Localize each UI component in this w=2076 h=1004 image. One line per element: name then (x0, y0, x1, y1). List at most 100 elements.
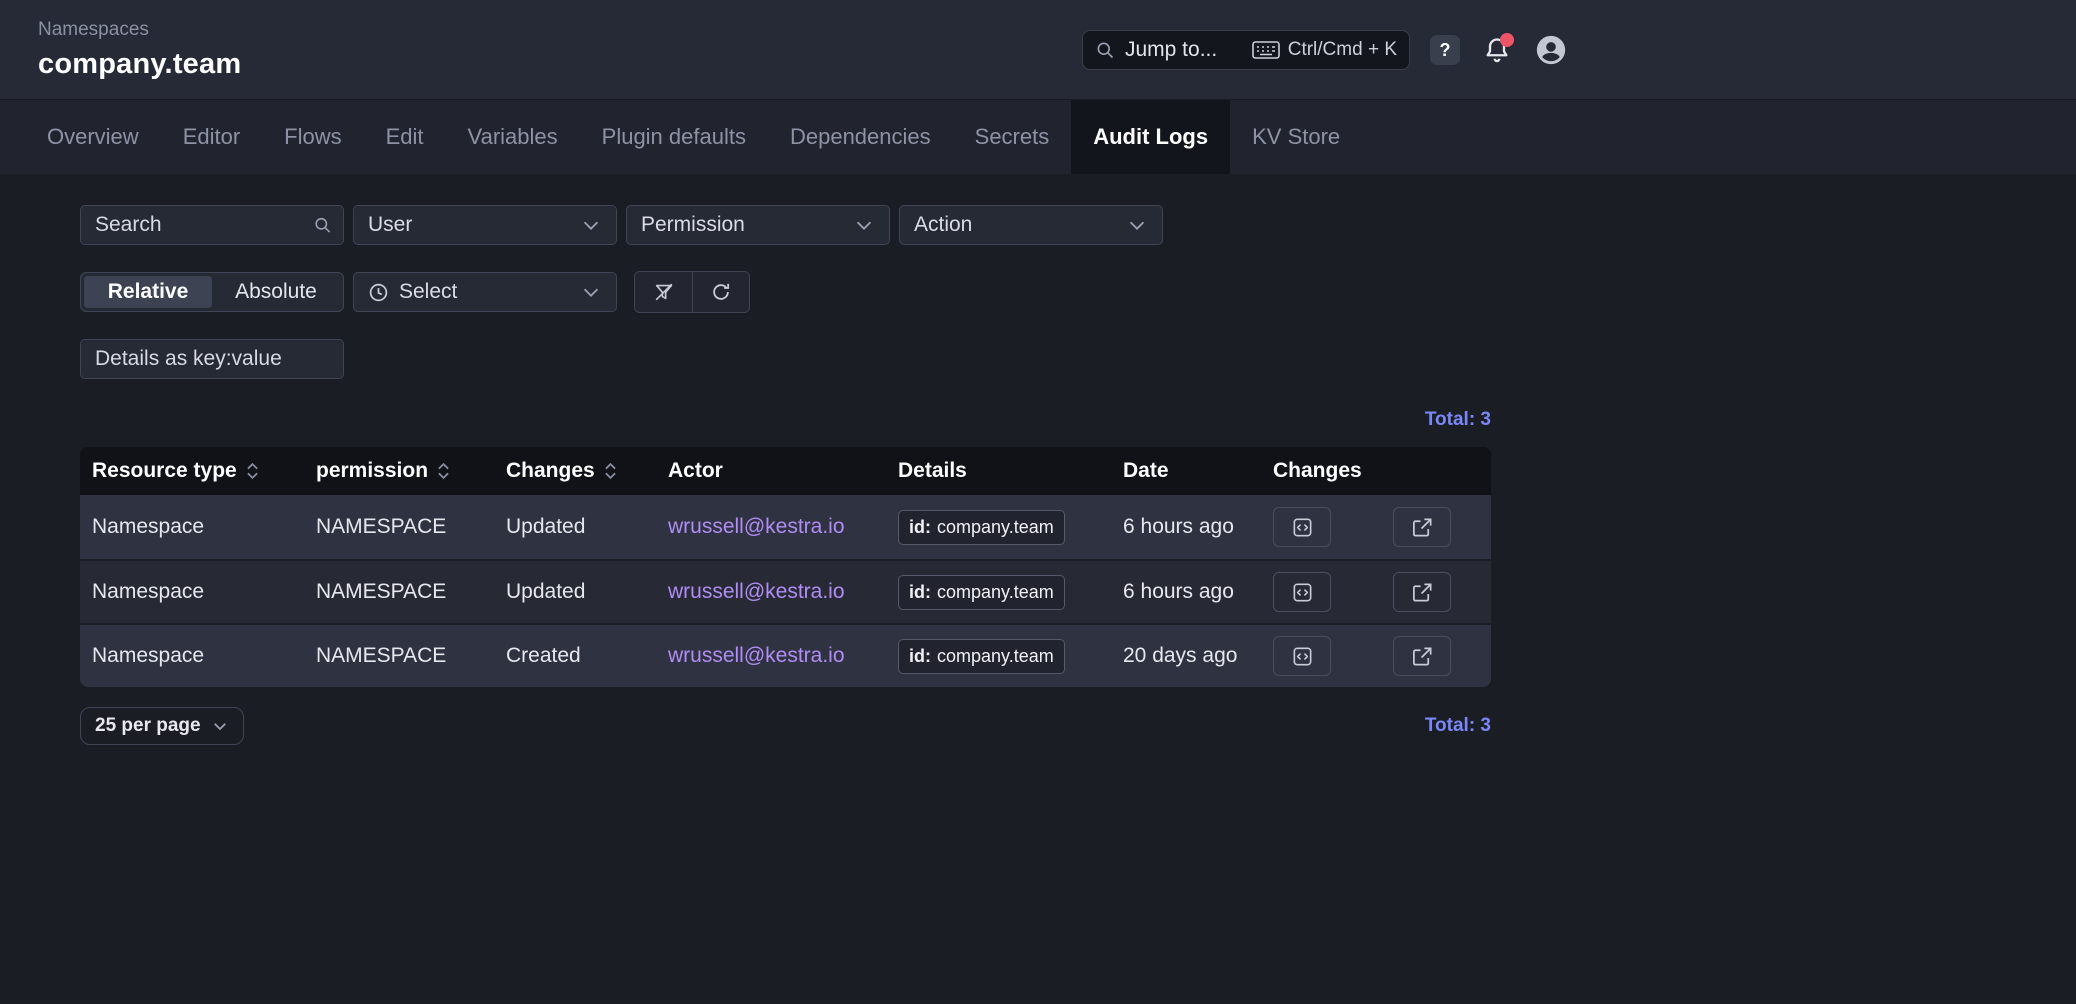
cell-actions (1273, 636, 1491, 676)
open-resource-button[interactable] (1393, 507, 1451, 547)
table-column-header[interactable]: Changes (506, 459, 668, 483)
sort-icon[interactable] (436, 460, 451, 482)
search-input[interactable] (80, 205, 344, 245)
time-range-dropdown[interactable]: Select (353, 272, 617, 312)
open-resource-button[interactable] (1393, 572, 1451, 612)
time-range-label: Select (399, 280, 570, 304)
chevron-down-icon (211, 717, 229, 735)
cell-permission: NAMESPACE (316, 515, 506, 539)
tab-overview[interactable]: Overview (25, 100, 161, 174)
cell-change: Updated (506, 515, 668, 539)
refresh-button[interactable] (692, 272, 749, 312)
shortcut-label: Ctrl/Cmd + K (1288, 39, 1397, 61)
filter-off-icon (653, 281, 675, 303)
chevron-down-icon (1126, 214, 1148, 236)
notification-dot (1500, 33, 1514, 47)
tab-kv-store[interactable]: KV Store (1230, 100, 1362, 174)
account-circle-icon (1534, 33, 1568, 67)
view-changes-button[interactable] (1273, 507, 1331, 547)
namespace-tabs: OverviewEditorFlowsEditVariablesPlugin d… (0, 100, 2076, 174)
table-column-header[interactable]: Changes (1273, 459, 1491, 483)
open-resource-button[interactable] (1393, 636, 1451, 676)
view-changes-button[interactable] (1273, 636, 1331, 676)
cell-date: 6 hours ago (1123, 580, 1273, 604)
details-badge: id:company.team (898, 575, 1065, 610)
refresh-icon (710, 281, 732, 303)
table-column-header[interactable]: permission (316, 459, 506, 483)
changes-diff-icon (1291, 516, 1314, 539)
action-filter-label: Action (914, 213, 1116, 237)
permission-filter-dropdown[interactable]: Permission (626, 205, 890, 245)
cell-actions (1273, 572, 1491, 612)
action-filter-dropdown[interactable]: Action (899, 205, 1163, 245)
absolute-toggle[interactable]: Absolute (212, 276, 340, 308)
jump-to-search[interactable]: Jump to... Ctrl/Cmd + K (1082, 30, 1410, 70)
details-filter-input[interactable] (80, 339, 344, 379)
table-column-header[interactable]: Details (898, 459, 1123, 483)
audit-logs-table: Resource type permission Changes Actor D… (80, 447, 1491, 687)
cell-change: Updated (506, 580, 668, 604)
view-changes-button[interactable] (1273, 572, 1331, 612)
notifications-button[interactable] (1480, 33, 1514, 67)
table-row: Namespace NAMESPACE Updated wrussell@kes… (80, 559, 1491, 623)
relative-toggle[interactable]: Relative (84, 276, 212, 308)
tab-editor[interactable]: Editor (161, 100, 262, 174)
tab-variables[interactable]: Variables (446, 100, 580, 174)
actor-link[interactable]: wrussell@kestra.io (668, 644, 845, 668)
table-column-header[interactable]: Actor (668, 459, 898, 483)
shortcut-hint: Ctrl/Cmd + K (1252, 39, 1397, 61)
cell-date: 20 days ago (1123, 644, 1273, 668)
cell-permission: NAMESPACE (316, 580, 506, 604)
clear-filters-button[interactable] (635, 272, 692, 312)
chevron-down-icon (580, 281, 602, 303)
breadcrumb[interactable]: Namespaces (38, 19, 241, 41)
details-badge: id:company.team (898, 510, 1065, 545)
cell-details: id:company.team (898, 575, 1123, 610)
changes-diff-icon (1291, 645, 1314, 668)
permission-filter-label: Permission (641, 213, 843, 237)
cell-date: 6 hours ago (1123, 515, 1273, 539)
per-page-select[interactable]: 25 per page (80, 707, 244, 745)
actor-link[interactable]: wrussell@kestra.io (668, 580, 845, 604)
table-column-header[interactable]: Resource type (92, 459, 316, 483)
tab-audit-logs[interactable]: Audit Logs (1071, 100, 1230, 174)
table-row: Namespace NAMESPACE Updated wrussell@kes… (80, 495, 1491, 559)
actor-link[interactable]: wrussell@kestra.io (668, 515, 845, 539)
external-link-icon (1411, 516, 1434, 539)
tab-flows[interactable]: Flows (262, 100, 363, 174)
table-header-row: Resource type permission Changes Actor D… (80, 447, 1491, 495)
cell-resource-type: Namespace (92, 644, 316, 668)
audit-logs-content: User Permission Action Relative (80, 205, 1491, 745)
cell-details: id:company.team (898, 510, 1123, 545)
page-title: company.team (38, 48, 241, 81)
external-link-icon (1411, 581, 1434, 604)
chevron-down-icon (580, 214, 602, 236)
table-footer: 25 per page Total: 3 (80, 707, 1491, 745)
total-count-bottom: Total: 3 (1425, 715, 1491, 737)
tab-dependencies[interactable]: Dependencies (768, 100, 953, 174)
page-heading: Namespaces company.team (38, 19, 241, 81)
help-button[interactable]: ? (1430, 35, 1460, 65)
sort-icon[interactable] (603, 460, 618, 482)
table-row: Namespace NAMESPACE Created wrussell@kes… (80, 623, 1491, 687)
per-page-label: 25 per page (95, 715, 201, 737)
filter-actions (634, 271, 750, 313)
table-body: Namespace NAMESPACE Updated wrussell@kes… (80, 495, 1491, 687)
tab-secrets[interactable]: Secrets (953, 100, 1072, 174)
keyboard-icon (1252, 40, 1280, 60)
user-filter-dropdown[interactable]: User (353, 205, 617, 245)
tab-edit[interactable]: Edit (364, 100, 446, 174)
sort-icon[interactable] (245, 460, 260, 482)
cell-actor: wrussell@kestra.io (668, 515, 898, 539)
tab-plugin-defaults[interactable]: Plugin defaults (580, 100, 768, 174)
topbar-actions: Jump to... Ctrl/Cmd + K ? (1082, 0, 1568, 100)
details-badge: id:company.team (898, 639, 1065, 674)
search-filter (80, 205, 344, 245)
cell-actions (1273, 507, 1491, 547)
table-column-header[interactable]: Date (1123, 459, 1273, 483)
cell-resource-type: Namespace (92, 515, 316, 539)
clock-icon (368, 282, 389, 303)
total-count-top: Total: 3 (80, 409, 1491, 431)
user-avatar[interactable] (1534, 33, 1568, 67)
search-icon (313, 216, 332, 235)
